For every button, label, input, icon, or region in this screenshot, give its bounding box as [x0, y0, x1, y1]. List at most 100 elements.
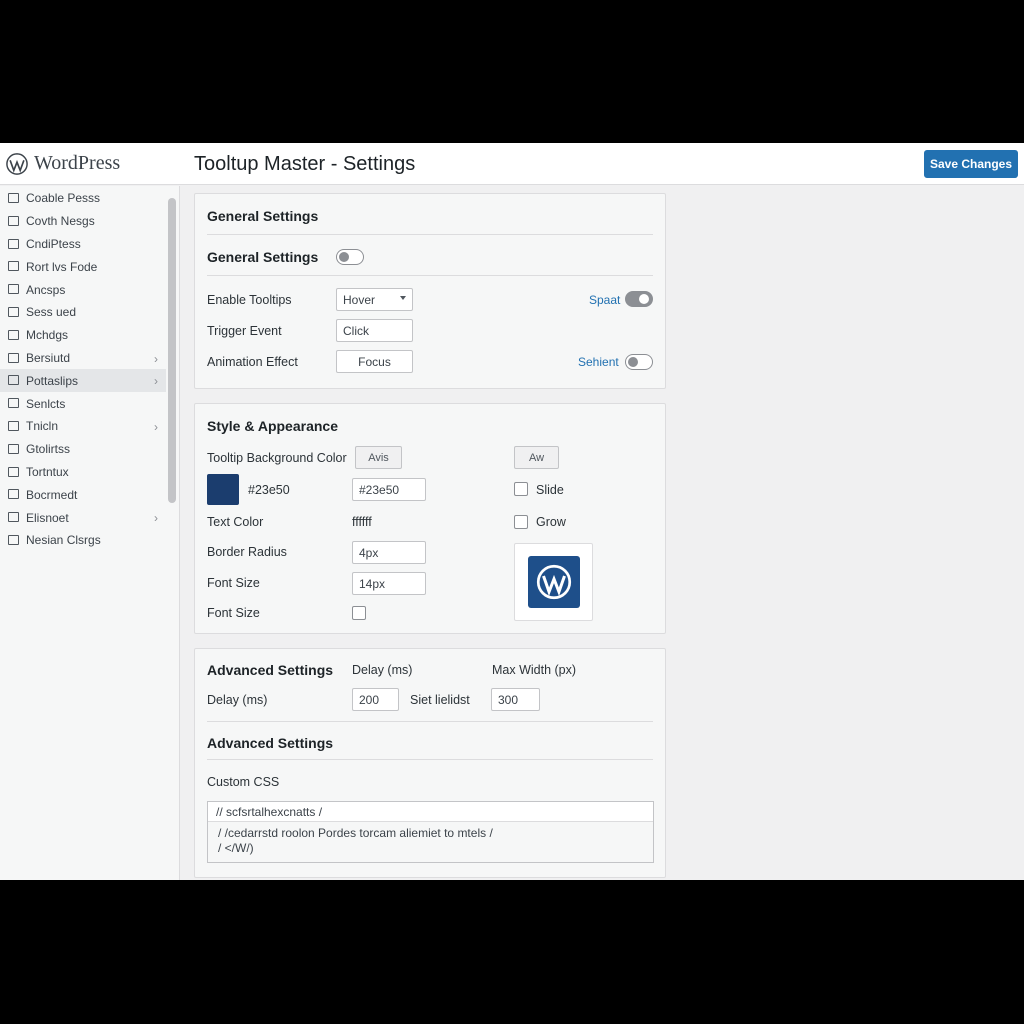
tools-icon: [8, 375, 19, 386]
divider: [207, 234, 653, 235]
font-size-checkbox[interactable]: [352, 606, 366, 620]
pages-icon: [8, 261, 19, 272]
appearance-icon: [8, 306, 19, 317]
custom-css-editor[interactable]: // scfsrtalhexcnatts / / /cedarrstd rool…: [207, 801, 654, 863]
sidebar-item-label: Bocrmedt: [26, 487, 78, 502]
sidebar-item-label: Tnicln: [26, 419, 59, 434]
media-icon: [8, 238, 19, 249]
sidebar-item[interactable]: Tortntux: [0, 461, 166, 484]
section-title: Advanced Settings: [207, 662, 334, 678]
sidebar-item[interactable]: Bersiutd ›: [0, 347, 166, 370]
sidebar-item-label: Pottaslips: [26, 373, 79, 388]
sidebar-item[interactable]: Bocrmedt: [0, 483, 166, 506]
slide-label: Slide: [536, 483, 564, 497]
border-radius-label: Border Radius: [207, 545, 287, 559]
chevron-down-icon: [400, 296, 406, 300]
sidebar-item-label: Gtolirtss: [26, 442, 71, 457]
enable-tooltips-select[interactable]: Hover: [336, 288, 413, 311]
select-value: Hover: [343, 292, 376, 307]
chevron-right-icon: ›: [154, 351, 158, 366]
admin-sidebar: Coable Pesss Covth Nesgs CndiPtess Rort lvs…: [0, 186, 180, 880]
delay-column-header: Delay (ms): [352, 663, 413, 677]
section-title: Style & Appearance: [207, 418, 338, 434]
save-changes-button[interactable]: Save Changes: [924, 150, 1018, 178]
brand-text: WordPress: [34, 152, 121, 174]
hex-color-input[interactable]: #23e50: [352, 478, 426, 501]
sidebar-item[interactable]: Sess ued: [0, 301, 166, 324]
delay-input[interactable]: 200: [352, 688, 399, 711]
group-icon: [8, 489, 19, 500]
delay-label: Delay (ms): [207, 693, 268, 707]
app-window: WordPress Tooltup Master - Settings Save…: [0, 143, 1024, 880]
posts-icon: [8, 215, 19, 226]
template-icon: [8, 466, 19, 477]
max-width-input[interactable]: 300: [491, 688, 540, 711]
sidebar-item[interactable]: Covth Nesgs: [0, 210, 166, 233]
sidebar-item-label: Ancsps: [26, 282, 66, 297]
set-label: Siet lielidst: [410, 693, 470, 707]
divider: [207, 721, 653, 722]
section-title: General Settings: [207, 249, 319, 265]
sidebar-item[interactable]: Gtolirtss: [0, 438, 166, 461]
sidebar-item[interactable]: CndiPtess: [0, 233, 166, 256]
grow-checkbox[interactable]: [514, 515, 528, 529]
toggle-label: Spaat: [589, 293, 621, 307]
general-settings-toggle[interactable]: [336, 249, 364, 265]
wordpress-brand[interactable]: WordPress: [6, 152, 120, 175]
enable-tooltips-label: Enable Tooltips: [207, 293, 292, 307]
font-size-input[interactable]: 14px: [352, 572, 426, 595]
sidebar-item-label: Tortntux: [26, 464, 69, 479]
slide-checkbox[interactable]: [514, 482, 528, 496]
tooltip-bg-color-label: Tooltip Background Color: [207, 451, 347, 465]
sidebar-item-label: CndiPtess: [26, 236, 81, 251]
chevron-right-icon: ›: [154, 511, 158, 526]
spaat-toggle[interactable]: [625, 291, 653, 307]
settings-icon: [8, 398, 19, 409]
animation-effect-field[interactable]: Focus: [336, 350, 413, 373]
panel-title: General Settings: [207, 208, 319, 224]
wordpress-badge: [528, 556, 580, 608]
sidebar-item[interactable]: Coable Pesss: [0, 187, 166, 210]
sidebar-item[interactable]: Mchdgs: [0, 324, 166, 347]
toggle-knob: [339, 251, 349, 262]
sidebar-item[interactable]: Pottaslips ›: [0, 369, 166, 393]
sidebar-item-label: Sess ued: [26, 305, 77, 320]
sidebar-item-label: Mchdgs: [26, 328, 69, 343]
section-title: Advanced Settings: [207, 735, 334, 751]
hex-value-text: #23e50: [248, 483, 290, 497]
border-radius-input[interactable]: 4px: [352, 541, 426, 564]
trigger-event-field[interactable]: Click: [336, 319, 413, 342]
sidebar-scrollbar[interactable]: [168, 198, 176, 503]
collapse-icon: [8, 534, 19, 545]
style-appearance-panel: Style & Appearance Tooltip Background Co…: [194, 403, 666, 634]
advanced-settings-panel: Advanced Settings Delay (ms) Max Width (…: [194, 648, 666, 878]
sidebar-item-label: Rort lvs Fode: [26, 259, 98, 274]
sehient-toggle[interactable]: [625, 354, 653, 370]
sidebar-item[interactable]: Senlcts: [0, 392, 166, 415]
sidebar-item-label: Nesian Clsrgs: [26, 533, 101, 548]
page-title: Tooltup Master - Settings: [194, 153, 416, 175]
sidebar-item[interactable]: Nesian Clsrgs: [0, 529, 166, 552]
preview-box: [514, 543, 593, 621]
divider: [207, 275, 653, 276]
users-icon: [8, 352, 19, 363]
sidebar-item-label: Elisnoet: [26, 510, 69, 525]
sidebar-item-label: Bersiutd: [26, 350, 71, 365]
grow-label: Grow: [536, 515, 566, 529]
wordpress-logo-icon: [6, 152, 28, 175]
sidebar-item[interactable]: Elisnoet ›: [0, 506, 166, 529]
secondary-button[interactable]: Aw: [514, 446, 559, 469]
font-size-label-2: Font Size: [207, 606, 260, 620]
folder-icon: [8, 443, 19, 454]
admin-menu: Coable Pesss Covth Nesgs CndiPtess Rort lvs…: [0, 187, 166, 552]
color-picker-button[interactable]: Avis: [355, 446, 402, 469]
comments-icon: [8, 284, 19, 295]
sidebar-item-label: Senlcts: [26, 396, 66, 411]
divider: [207, 759, 653, 760]
color-swatch[interactable]: [207, 474, 239, 505]
sidebar-item[interactable]: Rort lvs Fode: [0, 255, 166, 278]
sidebar-item[interactable]: Ancsps: [0, 278, 166, 301]
toggle-knob: [639, 293, 649, 304]
text-color-value: ffffff: [352, 515, 372, 529]
sidebar-item[interactable]: Tnicln ›: [0, 415, 166, 438]
